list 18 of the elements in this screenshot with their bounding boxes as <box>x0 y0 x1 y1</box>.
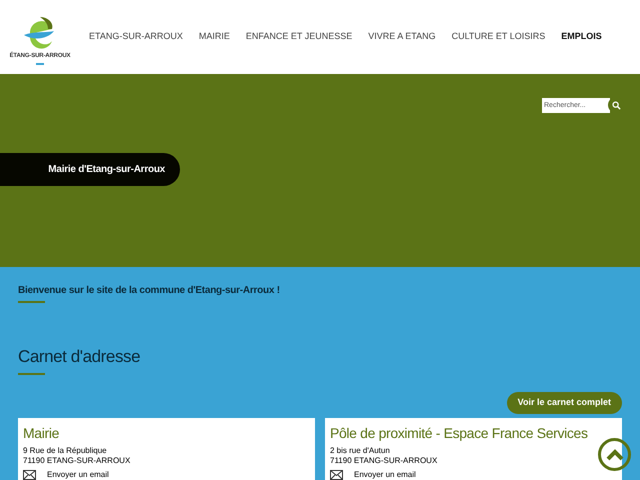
card-title: Pôle de proximité - Espace France Services <box>330 424 589 442</box>
address-line: 2 bis rue d'Autun <box>330 446 391 456</box>
nav-link[interactable]: CULTURE ET LOISIRS <box>452 30 546 44</box>
section-heading: Carnet d'adresse <box>18 346 142 368</box>
page-title: Mairie d'Etang-sur-Arroux <box>48 163 165 177</box>
address-line: 71190 ETANG-SUR-ARROUX <box>23 456 132 466</box>
nav-link[interactable]: EMPLOIS <box>561 30 602 44</box>
welcome-heading: Bienvenue sur le site de la commune d'Etang-sur-Arroux ! <box>18 284 281 298</box>
nav-link[interactable]: MAIRIE <box>198 30 230 44</box>
nav-link[interactable]: ETANG-SUR-ARROUX <box>89 30 183 44</box>
nav-link[interactable]: VIVRE A ETANG <box>368 30 436 44</box>
nav-link[interactable]: ENFANCE ET JEUNESSE <box>246 30 352 44</box>
email-link[interactable]: Envoyer un email <box>354 468 416 480</box>
card-title: Mairie <box>23 424 60 442</box>
address-line: 71190 ETANG-SUR-ARROUX <box>330 456 438 466</box>
view-all-button[interactable]: Voir le carnet complet <box>506 392 622 414</box>
address-line: 9 Rue de la République <box>23 446 108 456</box>
email-link[interactable]: Envoyer un email <box>47 468 109 480</box>
